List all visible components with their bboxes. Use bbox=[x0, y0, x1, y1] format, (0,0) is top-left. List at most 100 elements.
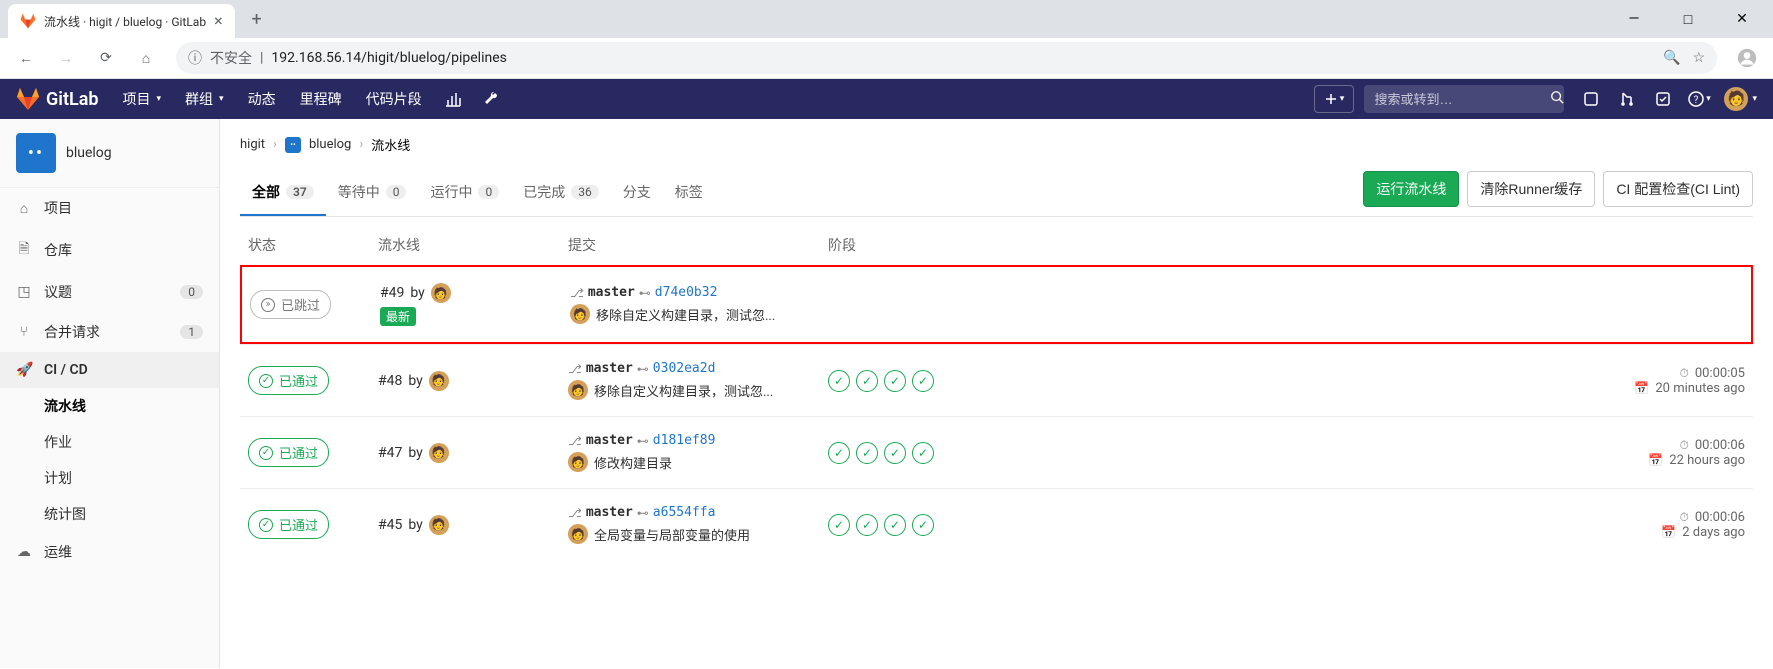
tab-running[interactable]: 运行中0 bbox=[418, 170, 511, 216]
commit-sha[interactable]: d181ef89 bbox=[653, 433, 716, 448]
status-badge[interactable]: ✓已通过 bbox=[248, 438, 329, 467]
stage-status-icon[interactable]: ✓ bbox=[828, 514, 850, 536]
nav-home-button[interactable]: ⌂ bbox=[128, 40, 164, 76]
nav-reload-button[interactable]: ⟳ bbox=[88, 40, 124, 76]
stage-status-icon[interactable]: ✓ bbox=[912, 514, 934, 536]
tab-close-icon[interactable]: × bbox=[214, 13, 223, 29]
branch-icon: ⎇ bbox=[568, 434, 582, 448]
nav-milestones[interactable]: 里程碑 bbox=[290, 79, 352, 119]
commit-message[interactable]: 移除自定义构建目录，测试忽... bbox=[596, 305, 775, 324]
sidebar-item-ops[interactable]: ☁ 运维 bbox=[0, 532, 219, 572]
pipeline-id[interactable]: #45 bbox=[378, 517, 402, 533]
author-avatar[interactable]: 🧑 bbox=[570, 304, 590, 324]
commit-sha[interactable]: d74e0b32 bbox=[655, 285, 718, 300]
breadcrumb-group[interactable]: higit bbox=[240, 137, 265, 152]
branch-icon: ⎇ bbox=[568, 506, 582, 520]
status-badge[interactable]: ✓已通过 bbox=[248, 510, 329, 539]
commit-message[interactable]: 修改构建目录 bbox=[594, 453, 672, 472]
stage-status-icon[interactable]: ✓ bbox=[912, 442, 934, 464]
maximize-icon[interactable]: □ bbox=[1673, 11, 1703, 28]
pipeline-id[interactable]: #47 bbox=[378, 445, 402, 461]
nav-projects[interactable]: 项目▾ bbox=[113, 79, 172, 119]
branch-name[interactable]: master bbox=[586, 433, 633, 448]
todos-icon[interactable] bbox=[1646, 79, 1680, 119]
author-avatar[interactable]: 🧑 bbox=[431, 283, 451, 303]
browser-tab[interactable]: 流水线 · higit / bluelog · GitLab × bbox=[8, 4, 235, 38]
sidebar-sub-pipelines[interactable]: 流水线 bbox=[44, 388, 219, 424]
author-avatar[interactable]: 🧑 bbox=[429, 515, 449, 535]
stage-status-icon[interactable]: ✓ bbox=[884, 442, 906, 464]
author-avatar[interactable]: 🧑 bbox=[568, 380, 588, 400]
tab-finished[interactable]: 已完成36 bbox=[511, 170, 611, 216]
run-pipeline-button[interactable]: 运行流水线 bbox=[1363, 171, 1459, 207]
sidebar-sub-charts[interactable]: 统计图 bbox=[44, 496, 219, 532]
tab-all[interactable]: 全部37 bbox=[240, 170, 326, 216]
stage-status-icon[interactable]: ✓ bbox=[856, 514, 878, 536]
author-avatar[interactable]: 🧑 bbox=[429, 371, 449, 391]
nav-wrench-icon[interactable] bbox=[474, 79, 508, 119]
nav-groups[interactable]: 群组▾ bbox=[175, 79, 234, 119]
branch-name[interactable]: master bbox=[586, 505, 633, 520]
tab-pending[interactable]: 等待中0 bbox=[326, 170, 419, 216]
nav-snippets[interactable]: 代码片段 bbox=[356, 79, 432, 119]
stage-status-icon[interactable]: ✓ bbox=[912, 370, 934, 392]
ci-lint-button[interactable]: CI 配置检查(CI Lint) bbox=[1603, 171, 1753, 207]
gitlab-logo[interactable]: GitLab bbox=[16, 87, 99, 111]
status-badge[interactable]: »已跳过 bbox=[250, 290, 331, 319]
author-avatar[interactable]: 🧑 bbox=[429, 443, 449, 463]
sidebar-item-cicd[interactable]: 🚀 CI / CD bbox=[0, 352, 219, 388]
tab-branches[interactable]: 分支 bbox=[611, 170, 663, 216]
check-icon: ✓ bbox=[259, 518, 273, 532]
main-content: higit › •• bluelog › 流水线 全部37 等待中0 运行中0 … bbox=[220, 119, 1773, 668]
sidebar-sub-schedules[interactable]: 计划 bbox=[44, 460, 219, 496]
nav-activity[interactable]: 动态 bbox=[238, 79, 286, 119]
commit-sha[interactable]: 0302ea2d bbox=[653, 361, 716, 376]
breadcrumb-project[interactable]: bluelog bbox=[309, 137, 351, 152]
branch-name[interactable]: master bbox=[588, 285, 635, 300]
merge-requests-icon[interactable] bbox=[1610, 79, 1644, 119]
commit-message[interactable]: 全局变量与局部变量的使用 bbox=[594, 525, 750, 544]
sidebar-item-issues[interactable]: ◳ 议题 0 bbox=[0, 272, 219, 312]
close-window-icon[interactable]: ✕ bbox=[1727, 11, 1757, 28]
status-badge[interactable]: ✓已通过 bbox=[248, 366, 329, 395]
commit-sha[interactable]: a6554ffa bbox=[653, 505, 716, 520]
sidebar-item-merge-requests[interactable]: ⑂ 合并请求 1 bbox=[0, 312, 219, 352]
chevron-down-icon: ▾ bbox=[1752, 94, 1757, 104]
new-tab-button[interactable]: + bbox=[243, 5, 271, 33]
mr-count-badge: 1 bbox=[180, 325, 203, 339]
tab-tags[interactable]: 标签 bbox=[663, 170, 715, 216]
user-avatar[interactable]: 🧑 bbox=[1724, 87, 1748, 111]
nav-back-button[interactable]: ← bbox=[8, 40, 44, 76]
stage-status-icon[interactable]: ✓ bbox=[856, 442, 878, 464]
commit-message[interactable]: 移除自定义构建目录，测试忽... bbox=[594, 381, 773, 400]
author-avatar[interactable]: 🧑 bbox=[568, 452, 588, 472]
search-input[interactable] bbox=[1374, 92, 1550, 107]
plus-dropdown-button[interactable]: ▾ bbox=[1314, 85, 1354, 113]
window-controls: — □ ✕ bbox=[1619, 11, 1765, 28]
nav-forward-button[interactable]: → bbox=[48, 40, 84, 76]
help-icon[interactable]: ?▾ bbox=[1682, 79, 1716, 119]
zoom-icon[interactable]: 🔍 bbox=[1663, 50, 1680, 66]
omnibox[interactable]: ⓘ 不安全 | 192.168.56.14/higit/bluelog/pipe… bbox=[176, 42, 1717, 74]
sidebar-item-repo[interactable]: 🗎 仓库 bbox=[0, 228, 219, 272]
minimize-icon[interactable]: — bbox=[1619, 11, 1649, 28]
pipeline-id[interactable]: #49 bbox=[380, 285, 404, 301]
clear-cache-button[interactable]: 清除Runner缓存 bbox=[1467, 171, 1595, 207]
stage-status-icon[interactable]: ✓ bbox=[884, 514, 906, 536]
stage-status-icon[interactable]: ✓ bbox=[828, 370, 850, 392]
stage-status-icon[interactable]: ✓ bbox=[828, 442, 850, 464]
stage-status-icon[interactable]: ✓ bbox=[856, 370, 878, 392]
calendar-icon: 📅 bbox=[1661, 525, 1676, 539]
pipeline-id[interactable]: #48 bbox=[378, 373, 402, 389]
branch-name[interactable]: master bbox=[586, 361, 633, 376]
star-icon[interactable]: ☆ bbox=[1692, 50, 1705, 66]
topbar-search[interactable] bbox=[1364, 85, 1564, 113]
sidebar-item-project[interactable]: ⌂ 项目 bbox=[0, 188, 219, 228]
author-avatar[interactable]: 🧑 bbox=[568, 524, 588, 544]
issues-icon[interactable] bbox=[1574, 79, 1608, 119]
nav-chart-icon[interactable] bbox=[436, 79, 470, 119]
sidebar-project-header[interactable]: •• bluelog bbox=[0, 119, 219, 188]
sidebar-sub-jobs[interactable]: 作业 bbox=[44, 424, 219, 460]
stage-status-icon[interactable]: ✓ bbox=[884, 370, 906, 392]
profile-icon[interactable] bbox=[1729, 40, 1765, 76]
